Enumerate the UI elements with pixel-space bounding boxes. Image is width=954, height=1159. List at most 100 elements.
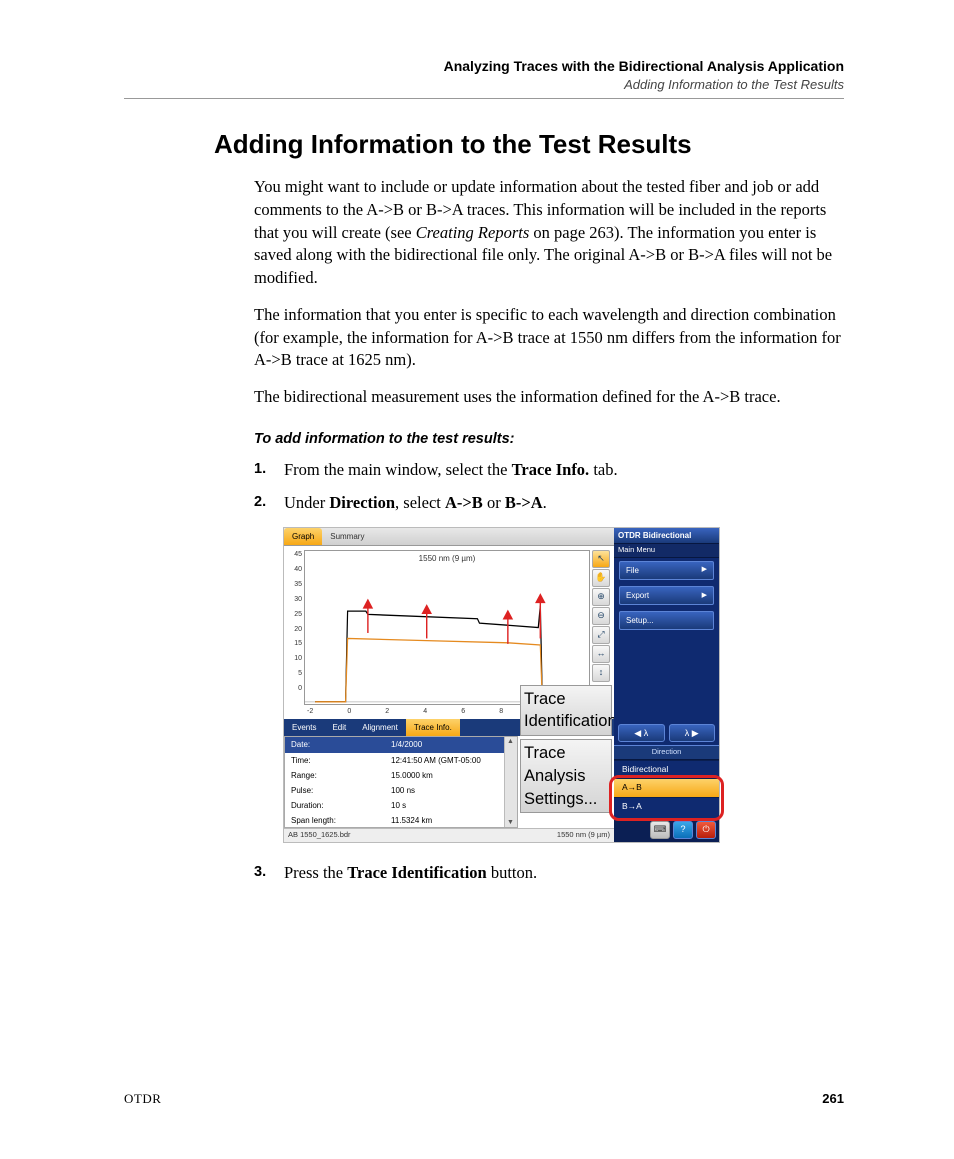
pan-tool-icon[interactable]: ✋ <box>592 569 610 587</box>
step-2-c: , select <box>395 493 445 512</box>
direction-group: Bidirectional A→B B→A <box>614 760 719 818</box>
step-3: 3. Press the Trace Identification button… <box>254 862 844 885</box>
x-tick: 2 <box>385 707 389 717</box>
y-tick: 40 <box>288 565 302 575</box>
header-rule <box>124 98 844 99</box>
info-value: 10 s <box>391 800 511 811</box>
next-wavelength-button[interactable]: λ ▶ <box>669 724 716 742</box>
y-tick: 45 <box>288 550 302 560</box>
status-bar: AB 1550_1625.bdr 1550 nm (9 µm) <box>284 828 614 841</box>
x-tick: 6 <box>461 707 465 717</box>
paragraph-1: You might want to include or update info… <box>254 176 844 290</box>
task-heading: To add information to the test results: <box>254 429 844 449</box>
info-key: Range: <box>291 770 391 781</box>
file-label: File <box>626 565 639 576</box>
step-1: 1. From the main window, select the Trac… <box>254 459 844 482</box>
zoom-fit-icon[interactable]: ⤢ <box>592 626 610 644</box>
info-row: Pulse:100 ns <box>285 783 517 798</box>
step-1-b: Trace Info. <box>512 460 590 479</box>
y-axis: 454035302520151050 <box>288 550 302 705</box>
trace-info-table: Date:1/4/2000Time:12:41:50 AM (GMT-05:00… <box>284 736 518 828</box>
chart-toolstrip: ↖ ✋ ⊕ ⊖ ⤢ ↔ ↕ <box>592 550 610 705</box>
step-3-b: Trace Identification <box>347 863 486 882</box>
export-button[interactable]: Export ▶ <box>619 586 714 605</box>
step-2-e: or <box>483 493 505 512</box>
power-icon[interactable]: ⏻ <box>696 821 716 839</box>
y-tick: 5 <box>288 669 302 679</box>
step-screenshot-holder: Graph Summary 454035302520151050 1550 nm… <box>254 528 844 841</box>
paragraph-3: The bidirectional measurement uses the i… <box>254 386 844 409</box>
tab-trace-info[interactable]: Trace Info. <box>406 719 460 736</box>
direction-b-to-a[interactable]: B→A <box>614 797 719 816</box>
direction-a-to-b[interactable]: A→B <box>614 778 719 797</box>
header-chapter: Analyzing Traces with the Bidirectional … <box>124 58 844 74</box>
zoom-out-icon[interactable]: ⊖ <box>592 607 610 625</box>
direction-bidirectional[interactable]: Bidirectional <box>614 760 719 779</box>
zoom-horiz-icon[interactable]: ↔ <box>592 645 610 663</box>
trace-svg <box>305 551 589 704</box>
header-section: Adding Information to the Test Results <box>124 77 844 92</box>
step-2-g: . <box>543 493 547 512</box>
scrollbar[interactable] <box>504 737 517 827</box>
info-row: Span loss:4.881 dB <box>285 828 517 829</box>
tab-summary[interactable]: Summary <box>322 528 372 545</box>
zoom-in-icon[interactable]: ⊕ <box>592 588 610 606</box>
footer-page: 261 <box>822 1091 844 1107</box>
screenshot-main-pane: Graph Summary 454035302520151050 1550 nm… <box>284 528 614 841</box>
step-2: 2. Under Direction, select A->B or B->A. <box>254 492 844 515</box>
screenshot-side-panel: OTDR Bidirectional Main Menu File▶ Expor… <box>614 528 719 841</box>
trace-analysis-button[interactable]: Trace Analysis Settings... <box>520 739 612 813</box>
y-tick: 20 <box>288 625 302 635</box>
zoom-vert-icon[interactable]: ↕ <box>592 664 610 682</box>
step-2-f: B->A <box>505 493 543 512</box>
step-2-d: A->B <box>445 493 483 512</box>
graph-tabs: Graph Summary <box>284 528 614 546</box>
x-tick: -2 <box>307 707 313 717</box>
chart-area: 454035302520151050 1550 nm (9 µm) <box>284 546 614 705</box>
plot[interactable]: 1550 nm (9 µm) <box>304 550 590 705</box>
info-value: 12:41:50 AM (GMT-05:00 <box>391 755 511 766</box>
y-tick: 25 <box>288 610 302 620</box>
info-row: Duration:10 s <box>285 798 517 813</box>
step-3-num: 3. <box>254 862 266 882</box>
info-row: Time:12:41:50 AM (GMT-05:00 <box>285 753 517 768</box>
chevron-right-icon: ▶ <box>702 591 707 601</box>
status-wavelength: 1550 nm (9 µm) <box>557 830 610 840</box>
setup-label: Setup... <box>626 615 654 626</box>
tab-alignment[interactable]: Alignment <box>354 719 406 736</box>
info-key: Duration: <box>291 800 391 811</box>
export-label: Export <box>626 590 649 601</box>
info-row: Range:15.0000 km <box>285 768 517 783</box>
keyboard-icon[interactable]: ⌨ <box>650 821 670 839</box>
trace-identification-button[interactable]: Trace Identification... <box>520 685 612 737</box>
info-key: Span length: <box>291 815 391 826</box>
pointer-tool-icon[interactable]: ↖ <box>592 550 610 568</box>
y-tick: 10 <box>288 654 302 664</box>
step-1-c: tab. <box>589 460 617 479</box>
app-title: OTDR Bidirectional <box>614 528 719 544</box>
info-key: Pulse: <box>291 785 391 796</box>
info-key: Time: <box>291 755 391 766</box>
p1-emph: Creating Reports <box>416 223 530 242</box>
screenshot: Graph Summary 454035302520151050 1550 nm… <box>284 528 719 841</box>
tab-graph[interactable]: Graph <box>284 528 322 545</box>
prev-wavelength-button[interactable]: ◀ λ <box>618 724 665 742</box>
x-tick: 0 <box>347 707 351 717</box>
step-2-a: Under <box>284 493 329 512</box>
info-value: 1/4/2000 <box>391 739 511 750</box>
step-3-c: button. <box>487 863 537 882</box>
x-tick: 4 <box>423 707 427 717</box>
file-button[interactable]: File ▶ <box>619 561 714 580</box>
step-2-b: Direction <box>329 493 395 512</box>
y-tick: 15 <box>288 639 302 649</box>
info-row: Span length:11.5324 km <box>285 813 517 828</box>
tab-edit[interactable]: Edit <box>324 719 354 736</box>
help-icon[interactable]: ? <box>673 821 693 839</box>
info-value: 11.5324 km <box>391 815 511 826</box>
setup-button[interactable]: Setup... <box>619 611 714 630</box>
tab-events[interactable]: Events <box>284 719 324 736</box>
info-row: Date:1/4/2000 <box>285 737 517 752</box>
chevron-right-icon: ▶ <box>702 565 707 575</box>
step-2-num: 2. <box>254 492 266 512</box>
x-tick: 8 <box>499 707 503 717</box>
